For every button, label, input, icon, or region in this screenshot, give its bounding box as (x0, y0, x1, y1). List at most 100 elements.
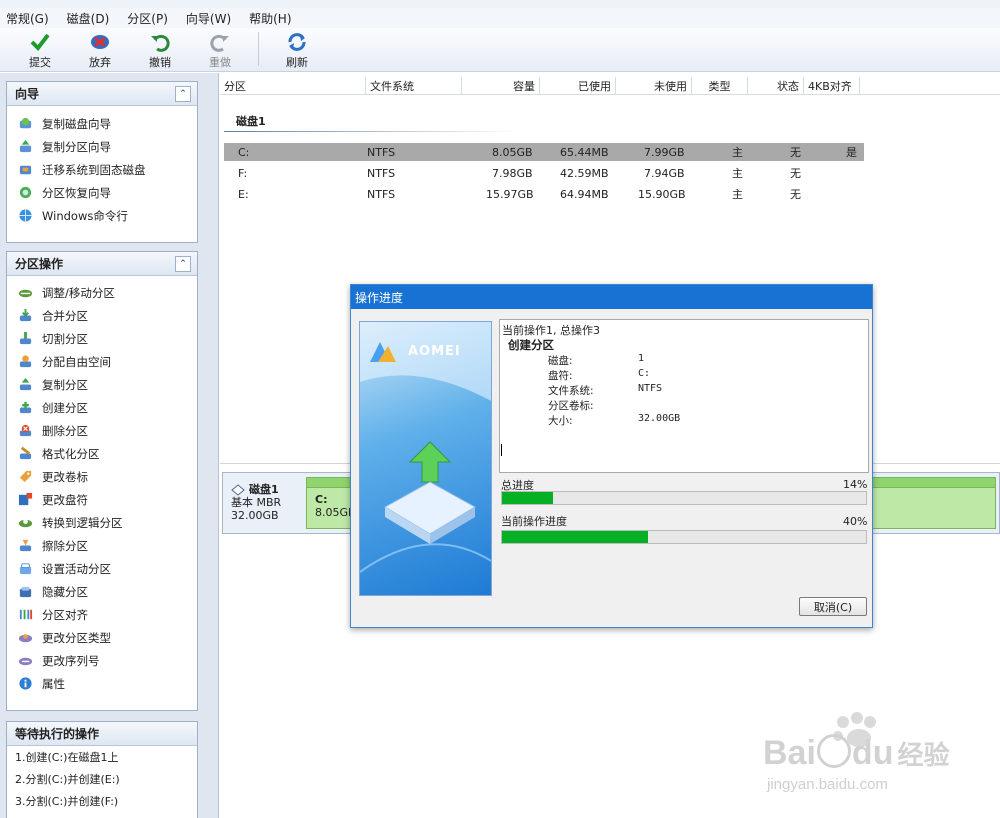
cell-partition: F: (238, 166, 248, 180)
cell-type: 主 (732, 167, 743, 180)
copy-partition-icon (19, 139, 32, 153)
progress-dialog: 操作进度 AOMEI 当前操作1, 总操作3 创建分区 磁盘: 1 盘符: C:… (350, 284, 873, 628)
total-progress-bar (501, 491, 867, 505)
menu-general[interactable]: 常规(G) (6, 10, 49, 27)
watermark-paw-icon (816, 734, 851, 768)
cell-free: 7.99GB (644, 145, 685, 159)
col-type[interactable]: 类型 (692, 77, 748, 95)
menu-partition[interactable]: 分区(P) (127, 10, 168, 27)
current-progress-label: 当前操作进度 (501, 515, 567, 528)
watermark-brand: Bai du 经验 (763, 734, 949, 773)
detail-key: 分区卷标: (548, 400, 594, 412)
detail-key: 磁盘: (548, 355, 573, 367)
op-merge[interactable]: 合并分区 (7, 304, 197, 327)
serial-icon (18, 657, 33, 666)
cancel-button[interactable]: 取消(C) (799, 597, 867, 616)
dialog-banner: AOMEI (359, 321, 492, 596)
op-delete-partition[interactable]: 删除分区 (7, 419, 197, 442)
watermark-brand-part2: du (851, 734, 894, 772)
wizard-item-partition-recovery[interactable]: 分区恢复向导 (7, 181, 197, 204)
op-set-active[interactable]: 设置活动分区 (7, 557, 197, 580)
cell-free: 15.90GB (638, 187, 686, 201)
hide-icon (19, 586, 32, 598)
detail-key: 文件系统: (548, 385, 594, 397)
refresh-label: 刷新 (286, 56, 308, 69)
partition-table-header: 分区 文件系统 容量 已使用 未使用 类型 状态 4KB对齐 (220, 77, 1000, 95)
col-filesystem[interactable]: 文件系统 (366, 77, 462, 95)
ops-list: 调整/移动分区 合并分区 切割分区 分配自由空间 复制分区 创建分区 删除分区 … (7, 276, 197, 695)
banner-art (360, 322, 491, 573)
op-change-drive-letter[interactable]: 更改盘符 (7, 488, 197, 511)
wizard-item-copy-disk[interactable]: 复制磁盘向导 (7, 112, 197, 135)
create-icon (19, 401, 32, 414)
disk-icon (231, 483, 245, 496)
cell-capacity: 8.05GB (492, 145, 533, 159)
op-copy-partition[interactable]: 复制分区 (7, 373, 197, 396)
op-split[interactable]: 切割分区 (7, 327, 197, 350)
op-resize-move[interactable]: 调整/移动分区 (7, 281, 197, 304)
cell-status: 无 (790, 188, 801, 201)
op-allocate-free-space[interactable]: 分配自由空间 (7, 350, 197, 373)
disk-group-divider (224, 131, 519, 132)
discard-icon (91, 35, 109, 49)
cell-used: 65.44MB (560, 145, 609, 159)
checkmark-icon (30, 33, 50, 52)
submit-button[interactable]: 提交 (10, 28, 70, 70)
menu-help[interactable]: 帮助(H) (249, 10, 291, 27)
menu-wizard[interactable]: 向导(W) (186, 10, 231, 27)
collapse-ops-button[interactable]: ⌃ (175, 255, 191, 272)
op-hide-partition[interactable]: 隐藏分区 (7, 580, 197, 603)
pending-item[interactable]: 2.分割(C:)并创建(E:) (7, 768, 197, 790)
detail-value: C: (638, 368, 651, 379)
total-progress-percent: 14% (843, 478, 868, 491)
table-row[interactable]: E: NTFS 15.97GB 64.94MB 15.90GB 主 无 (224, 185, 864, 203)
op-convert-logical[interactable]: 转换到逻辑分区 (7, 511, 197, 534)
collapse-wizard-button[interactable]: ⌃ (175, 85, 191, 102)
discard-button[interactable]: 放弃 (70, 28, 130, 70)
operation-detail-box: 当前操作1, 总操作3 创建分区 磁盘: 1 盘符: C: 文件系统: NTFS… (499, 319, 869, 473)
submit-label: 提交 (29, 56, 51, 69)
undo-button[interactable]: 撤销 (130, 28, 190, 70)
op-align-partition[interactable]: 分区对齐 (7, 603, 197, 626)
col-free[interactable]: 未使用 (616, 77, 692, 95)
delete-icon (19, 424, 32, 437)
detail-value: 1 (638, 353, 645, 364)
wizard-item-windows-cmd[interactable]: Windows命令行 (7, 204, 197, 227)
pending-item[interactable]: 3.分割(C:)并创建(F:) (7, 790, 197, 812)
op-wipe-partition[interactable]: 擦除分区 (7, 534, 197, 557)
op-change-label[interactable]: 更改卷标 (7, 465, 197, 488)
op-properties[interactable]: 属性 (7, 672, 197, 695)
detail-value: NTFS (638, 383, 663, 394)
align-icon (19, 609, 33, 620)
col-4k-align[interactable]: 4KB对齐 (804, 77, 860, 95)
wizard-item-copy-partition[interactable]: 复制分区向导 (7, 135, 197, 158)
op-change-serial[interactable]: 更改序列号 (7, 649, 197, 672)
refresh-button[interactable]: 刷新 (267, 28, 327, 70)
cell-capacity: 15.97GB (486, 187, 534, 201)
refresh-icon (288, 33, 306, 51)
op-create-partition[interactable]: 创建分区 (7, 396, 197, 419)
left-pane: 向导 ⌃ 复制磁盘向导 复制分区向导 迁移系统到固态磁盘 分区恢复向导 Wind… (0, 73, 219, 818)
title-bar (0, 0, 1000, 8)
op-change-type[interactable]: 更改分区类型 (7, 626, 197, 649)
table-row[interactable]: C: NTFS 8.05GB 65.44MB 7.99GB 主 无 是 (224, 143, 864, 161)
table-row[interactable]: F: NTFS 7.98GB 42.59MB 7.94GB 主 无 (224, 164, 864, 182)
op-format-partition[interactable]: 格式化分区 (7, 442, 197, 465)
undo-label: 撤销 (149, 56, 171, 69)
pending-item[interactable]: 1.创建(C:)在磁盘1上 (7, 746, 197, 768)
disk-group-title: 磁盘1 (236, 115, 266, 128)
col-capacity[interactable]: 容量 (462, 77, 540, 95)
redo-label: 重做 (209, 56, 231, 69)
col-status[interactable]: 状态 (748, 77, 804, 95)
menu-disk[interactable]: 磁盘(D) (67, 10, 110, 27)
wizard-item-migrate-os[interactable]: 迁移系统到固态磁盘 (7, 158, 197, 181)
label-icon (19, 470, 32, 483)
detail-value: 32.00GB (638, 413, 681, 424)
col-used[interactable]: 已使用 (540, 77, 616, 95)
cell-partition: C: (238, 145, 250, 159)
ops-panel-header: 分区操作 ⌃ (7, 252, 197, 276)
redo-button[interactable]: 重做 (190, 28, 250, 70)
wipe-icon (19, 539, 32, 552)
drive-letter-icon (18, 492, 33, 506)
col-partition[interactable]: 分区 (220, 77, 366, 95)
